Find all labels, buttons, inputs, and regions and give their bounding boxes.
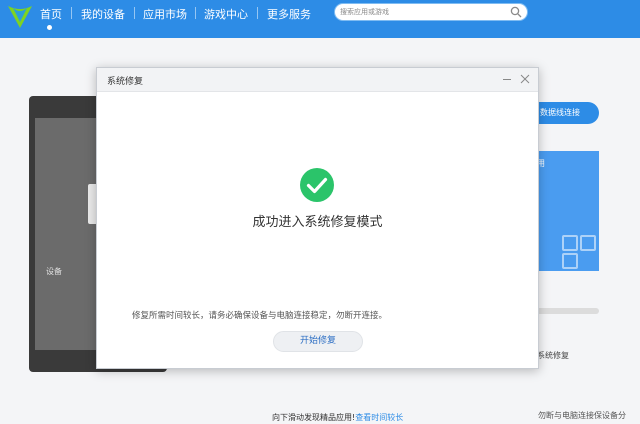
search-input[interactable]: 搜索应用或游戏 xyxy=(334,3,528,21)
grid-icon xyxy=(580,235,596,251)
system-repair-dialog: 系统修复 成功进入系统修复模式 修复所需时间较长，请务必确保设备与电脑连接稳定，… xyxy=(96,67,539,369)
start-repair-button[interactable]: 开始修复 xyxy=(273,331,363,352)
repair-notice: 修复所需时间较长，请务必确保设备与电脑连接稳定，勿断开连接。 xyxy=(132,311,388,321)
scroll-hint: 向下滑动发现精品应用!查看时间较长 xyxy=(272,412,403,423)
nav-app-market[interactable]: 应用市场 xyxy=(143,6,187,22)
nav-divider xyxy=(71,7,72,19)
grid-icon xyxy=(562,253,578,269)
nav-active-indicator xyxy=(47,25,52,30)
nav-home[interactable]: 首页 xyxy=(40,6,62,22)
logo-icon[interactable] xyxy=(5,2,35,32)
start-repair-label: 开始修复 xyxy=(299,336,336,346)
system-repair-link[interactable]: 系统修复 xyxy=(537,350,569,361)
nav-my-devices[interactable]: 我的设备 xyxy=(81,6,125,22)
nav-divider xyxy=(195,7,196,19)
dialog-titlebar[interactable]: 系统修复 xyxy=(97,68,538,92)
search-placeholder: 搜索应用或游戏 xyxy=(340,8,389,16)
scroll-hint-link[interactable]: 查看时间较长 xyxy=(355,413,403,422)
minimize-icon[interactable] xyxy=(501,73,513,85)
success-message: 成功进入系统修复模式 xyxy=(252,215,383,230)
nav-divider xyxy=(134,7,135,19)
usb-connect-label: 数据线连接 xyxy=(540,108,580,117)
dialog-title: 系统修复 xyxy=(107,77,144,87)
search-icon[interactable] xyxy=(510,6,522,18)
device-hint-text: 设备 xyxy=(46,267,62,276)
footer-notice: 勿断与电脑连接保设备分 xyxy=(538,411,626,420)
nav-game-center[interactable]: 游戏中心 xyxy=(204,6,248,22)
nav-divider xyxy=(257,7,258,19)
scroll-hint-text: 向下滑动发现精品应用! xyxy=(272,413,356,422)
nav-more-services[interactable]: 更多服务 xyxy=(267,6,311,22)
close-icon[interactable] xyxy=(519,73,531,85)
success-check-icon xyxy=(300,168,334,202)
top-nav-bar: 首页 我的设备 应用市场 游戏中心 更多服务 搜索应用或游戏 xyxy=(0,0,640,38)
grid-icon xyxy=(562,235,578,251)
